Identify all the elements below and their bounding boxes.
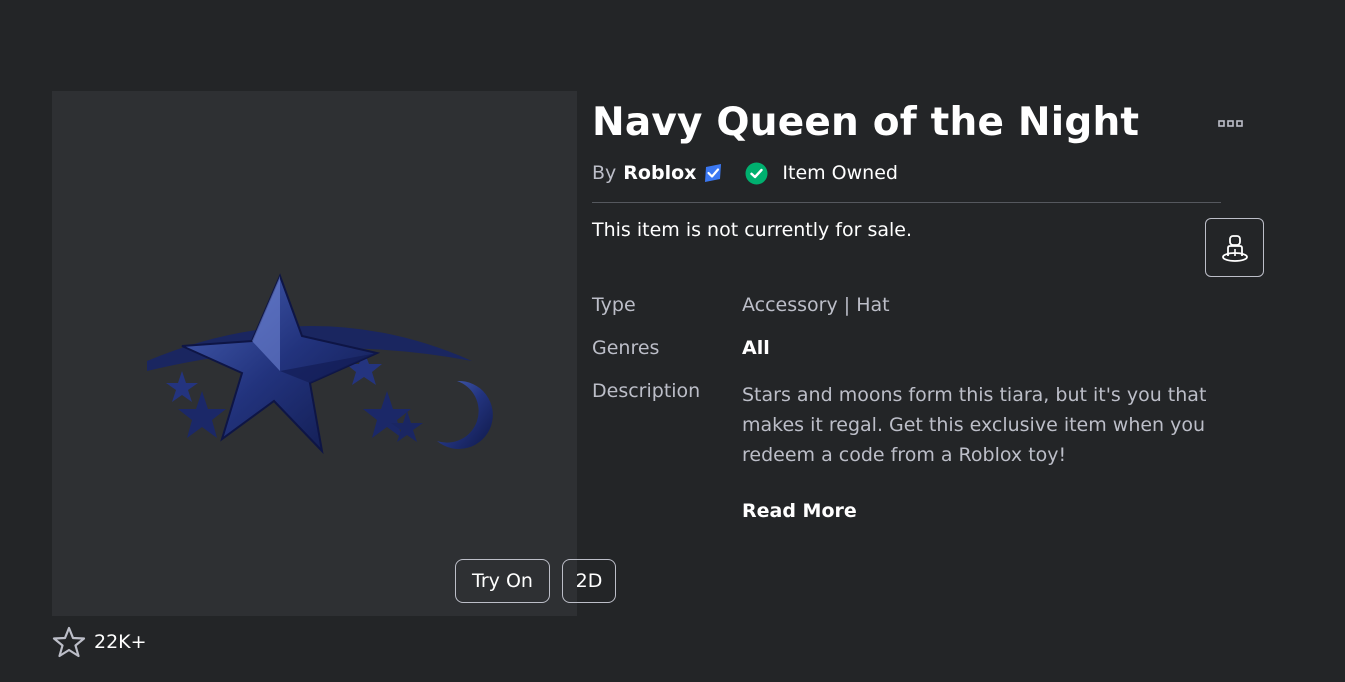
item-title: Navy Queen of the Night xyxy=(592,100,1140,145)
ellipsis-icon[interactable] xyxy=(1218,118,1243,130)
avatar-preview-icon xyxy=(1221,234,1248,262)
creator-link[interactable]: Roblox xyxy=(623,162,696,184)
tiara-image xyxy=(119,273,493,455)
description-line: makes it regal. Get this exclusive item … xyxy=(742,414,1206,436)
try-on-button[interactable]: Try On xyxy=(455,559,550,603)
sale-status: This item is not currently for sale. xyxy=(592,219,913,241)
description-text: Stars and moons form this tiara, but it'… xyxy=(742,380,1262,470)
divider xyxy=(592,202,1221,203)
byline: By Roblox Item Owned xyxy=(592,159,898,187)
view-2d-button[interactable]: 2D xyxy=(562,559,616,603)
favorite-control[interactable]: 22K+ xyxy=(52,624,147,660)
item-detail-page: Try On 2D 22K+ Navy Queen of the Night B… xyxy=(0,0,1345,682)
check-circle-icon xyxy=(745,162,768,184)
description-line: Stars and moons form this tiara, but it'… xyxy=(742,384,1207,406)
favorites-count: 22K+ xyxy=(94,631,147,653)
item-thumbnail: Try On 2D xyxy=(52,91,616,616)
genres-label: Genres xyxy=(592,337,660,359)
genres-value: All xyxy=(742,337,770,359)
description-line: redeem a code from a Roblox toy! xyxy=(742,444,1067,466)
star-outline-icon[interactable] xyxy=(52,625,86,659)
type-label: Type xyxy=(592,294,636,316)
by-label: By xyxy=(592,162,617,184)
avatar-preview-button[interactable] xyxy=(1205,218,1264,277)
verified-badge-icon xyxy=(705,164,722,182)
type-value: Accessory | Hat xyxy=(742,294,890,316)
read-more-link[interactable]: Read More xyxy=(742,500,857,522)
description-label: Description xyxy=(592,380,701,402)
item-owned-label: Item Owned xyxy=(782,162,898,184)
